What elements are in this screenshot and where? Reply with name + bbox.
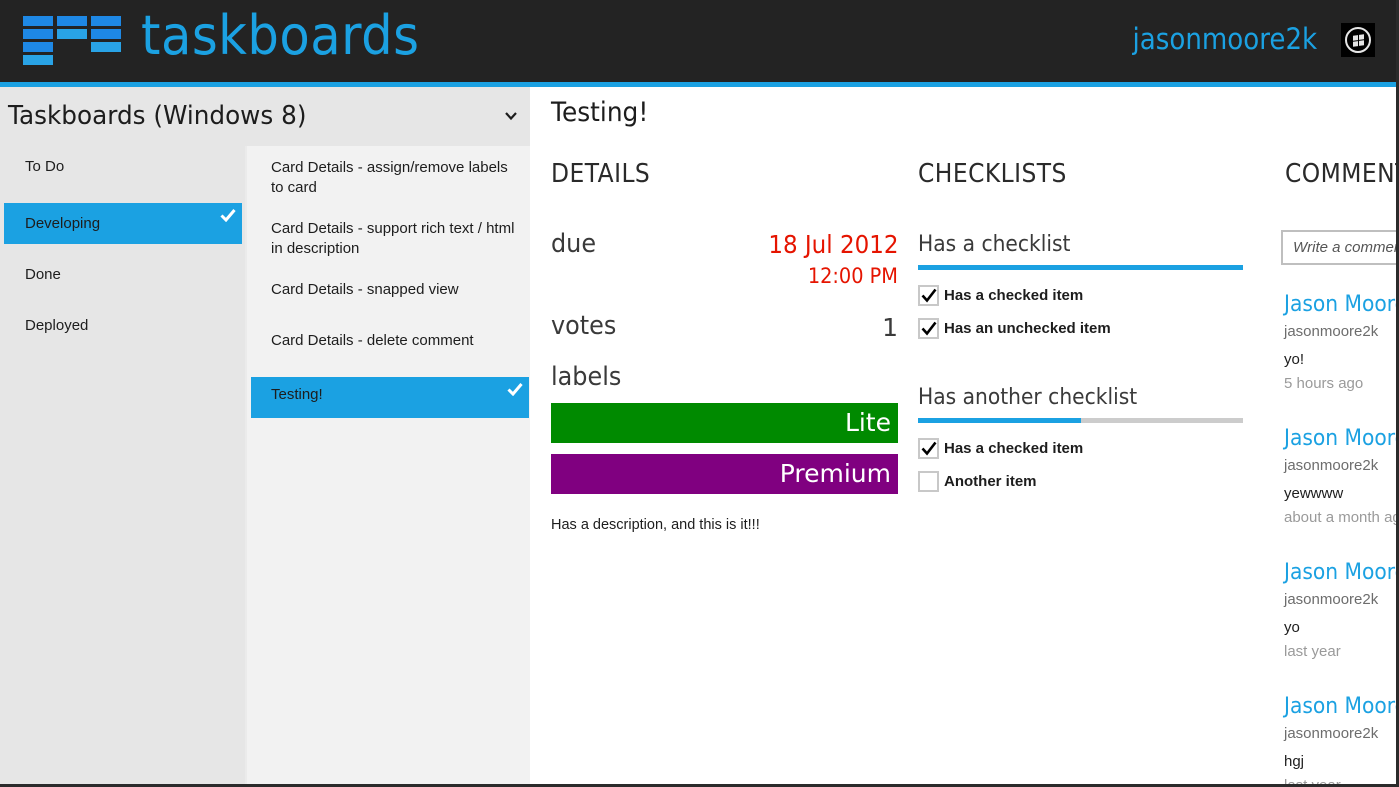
comment-time: about a month ago bbox=[1284, 509, 1396, 526]
checklist-item-label: Another item bbox=[944, 472, 1037, 490]
comment: Jason Moore jasonmoore2k yo! 5 hours ago bbox=[1284, 292, 1396, 392]
checklist-item-label: Has a checked item bbox=[944, 286, 1084, 304]
list-item-done[interactable]: Done bbox=[4, 254, 242, 295]
comment-time: last year bbox=[1284, 777, 1396, 784]
card-description: Has a description, and this is it!!! bbox=[551, 517, 760, 533]
checkmark-icon bbox=[220, 209, 236, 222]
board-selector-dropdown[interactable]: Taskboards (Windows 8) bbox=[0, 87, 530, 146]
checklist-progress-fill bbox=[918, 265, 1243, 270]
checkmark-icon bbox=[921, 288, 937, 303]
list-item-label: To Do bbox=[25, 158, 65, 175]
card-item[interactable]: Card Details - delete comment bbox=[251, 319, 529, 360]
comment-handle: jasonmoore2k bbox=[1284, 591, 1379, 608]
checklist-item[interactable]: Has an unchecked item bbox=[918, 317, 1111, 339]
votes-label: votes bbox=[551, 311, 617, 341]
list-item-label: Developing bbox=[25, 215, 101, 232]
checklist-item[interactable]: Another item bbox=[918, 470, 1037, 492]
username[interactable]: jasonmoore2k bbox=[1132, 22, 1317, 56]
checkmark-icon bbox=[921, 321, 937, 336]
card-item[interactable]: Card Details - snapped view bbox=[251, 268, 529, 309]
comment-text: yo! bbox=[1284, 351, 1305, 368]
card-item-label: Card Details - snapped view bbox=[271, 281, 459, 298]
card-detail-panel: Testing! DETAILS due 18 Jul 2012 12:00 P… bbox=[530, 87, 1396, 784]
comment-text: yewwww bbox=[1284, 485, 1344, 502]
comments-heading: COMMENTS bbox=[1285, 159, 1396, 189]
checklist-title: Has a checklist bbox=[918, 232, 1071, 257]
windows-logo-icon bbox=[1345, 27, 1371, 53]
list-item-label: Deployed bbox=[25, 317, 89, 334]
checklist-progress-fill bbox=[918, 418, 1081, 423]
lists-column: To Do Developing Done Deployed bbox=[0, 146, 245, 787]
due-label: due bbox=[551, 229, 597, 259]
board-title: Taskboards (Windows 8) bbox=[8, 101, 307, 131]
checklist-item[interactable]: Has a checked item bbox=[918, 284, 1083, 306]
card-title: Testing! bbox=[551, 97, 649, 128]
checkbox[interactable] bbox=[918, 437, 939, 459]
label-premium[interactable]: Premium bbox=[551, 454, 898, 494]
details-heading: DETAILS bbox=[551, 159, 651, 189]
comment-handle: jasonmoore2k bbox=[1284, 457, 1379, 474]
due-date[interactable]: 18 Jul 2012 bbox=[768, 230, 898, 259]
checkbox[interactable] bbox=[918, 284, 939, 306]
comment-time: last year bbox=[1284, 643, 1341, 660]
comment-handle: jasonmoore2k bbox=[1284, 323, 1379, 340]
card-item-label: Card Details - assign/remove labels to c… bbox=[271, 159, 508, 196]
labels-label: labels bbox=[551, 362, 622, 392]
due-time[interactable]: 12:00 PM bbox=[808, 264, 898, 288]
checklist-progress-bar bbox=[918, 265, 1243, 270]
comment-author[interactable]: Jason Moore bbox=[1284, 560, 1396, 590]
checklist-item-label: Has an unchecked item bbox=[944, 319, 1111, 337]
boards-panel: Taskboards (Windows 8) To Do Developing … bbox=[0, 87, 530, 787]
comment-handle: jasonmoore2k bbox=[1284, 725, 1379, 742]
checkmark-icon bbox=[921, 441, 937, 456]
list-item-deployed[interactable]: Deployed bbox=[4, 305, 242, 346]
comment-text: yo bbox=[1284, 619, 1300, 636]
checklist-progress-bar bbox=[918, 418, 1243, 423]
comment-text: hgj bbox=[1284, 753, 1305, 770]
cards-column: Card Details - assign/remove labels to c… bbox=[245, 146, 530, 787]
checklist-title: Has another checklist bbox=[918, 385, 1138, 410]
card-item[interactable]: Card Details - support rich text / html … bbox=[251, 207, 529, 257]
comment-author[interactable]: Jason Moore bbox=[1284, 694, 1396, 724]
comment-author[interactable]: Jason Moore bbox=[1284, 426, 1396, 456]
comment: Jason Moore jasonmoore2k yo last year bbox=[1284, 560, 1396, 660]
checklists-heading: CHECKLISTS bbox=[918, 159, 1067, 189]
card-item-label: Card Details - support rich text / html … bbox=[271, 220, 515, 257]
checkbox[interactable] bbox=[918, 470, 939, 492]
app-title: taskboards bbox=[141, 4, 420, 67]
comment-input[interactable] bbox=[1281, 230, 1396, 265]
comment-author[interactable]: Jason Moore bbox=[1284, 292, 1396, 322]
card-item-selected[interactable]: Testing! bbox=[251, 377, 529, 418]
label-lite[interactable]: Lite bbox=[551, 403, 898, 443]
votes-count: 1 bbox=[882, 313, 898, 342]
list-item-developing[interactable]: Developing bbox=[4, 203, 242, 244]
list-item-to-do[interactable]: To Do bbox=[4, 146, 242, 187]
app-header: taskboards jasonmoore2k bbox=[0, 0, 1399, 82]
list-item-label: Done bbox=[25, 266, 61, 283]
card-item-label: Card Details - delete comment bbox=[271, 332, 474, 349]
checkbox[interactable] bbox=[918, 317, 939, 339]
checklist-item[interactable]: Has a checked item bbox=[918, 437, 1083, 459]
checkmark-icon bbox=[507, 383, 523, 396]
comment: Jason Moore jasonmoore2k hgj last year bbox=[1284, 694, 1396, 784]
checklist-item-label: Has a checked item bbox=[944, 439, 1084, 457]
comment: Jason Moore jasonmoore2k yewwww about a … bbox=[1284, 426, 1396, 526]
taskboards-logo-icon bbox=[23, 16, 121, 66]
card-item-label: Testing! bbox=[271, 386, 323, 403]
avatar[interactable] bbox=[1341, 23, 1375, 57]
card-item[interactable]: Card Details - assign/remove labels to c… bbox=[251, 146, 529, 196]
comment-time: 5 hours ago bbox=[1284, 375, 1364, 392]
chevron-down-icon bbox=[505, 112, 517, 121]
